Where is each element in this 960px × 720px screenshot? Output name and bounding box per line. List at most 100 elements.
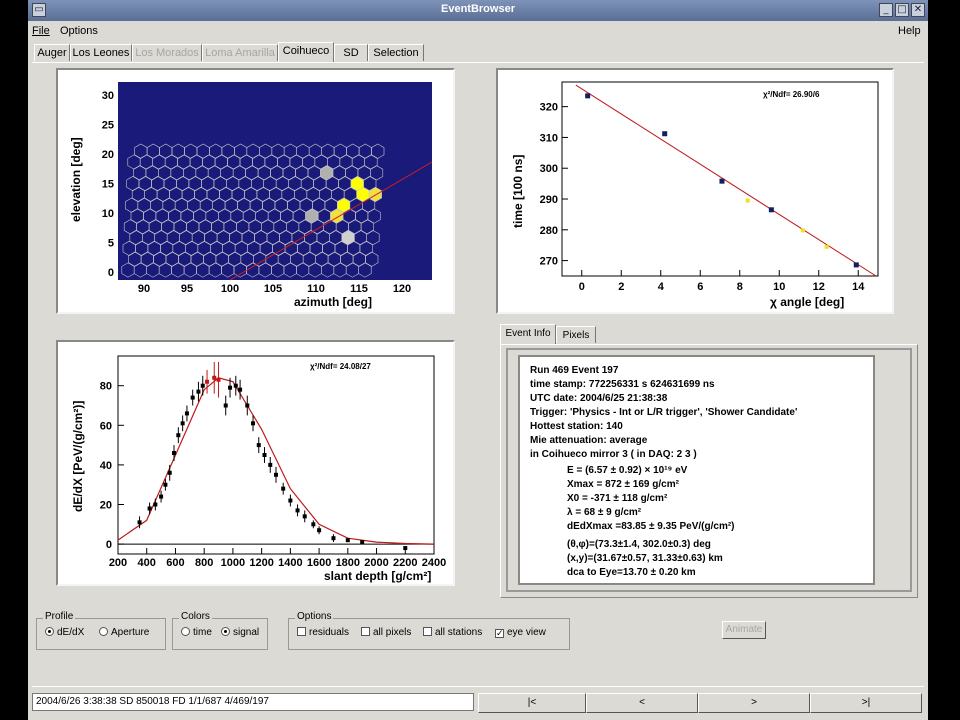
nav-prev-button[interactable]: <	[586, 693, 698, 713]
profile-data-point	[238, 387, 243, 392]
time-fit-plot-svg: 0 2 4 6 8 10 12 14 270 280 290 300 310 320 χ²/Ndf= 26…	[511, 81, 879, 309]
check-all-pixels[interactable]: all pixels	[361, 627, 411, 638]
time-data-point-yellow	[800, 228, 805, 233]
profile-data-point	[233, 383, 238, 388]
time-ytick-label: 290	[540, 194, 558, 206]
info-x0: X0 = -371 ± 118 g/cm²	[567, 493, 668, 504]
tab-auger[interactable]: Auger	[34, 44, 70, 61]
time-xtick-label: 4	[658, 281, 665, 293]
menu-help[interactable]: Help	[898, 25, 921, 37]
nav-first-button[interactable]: |<	[478, 693, 586, 713]
camera-background	[118, 82, 432, 280]
profile-xtick-label: 800	[195, 557, 213, 569]
profile-ytick-label: 80	[100, 381, 112, 393]
time-xtick-label: 2	[618, 281, 624, 293]
check-eye-view[interactable]: ✓ eye view	[495, 627, 546, 638]
profile-data-point	[311, 522, 316, 527]
check-all-stations-box[interactable]	[423, 627, 432, 636]
info-line-run: Run 469 Event 197	[530, 365, 619, 376]
radio-dedx-indicator[interactable]	[45, 627, 54, 636]
profile-ytick-label: 0	[106, 539, 112, 551]
tab-selection[interactable]: Selection	[368, 44, 424, 61]
check-all-stations[interactable]: all stations	[423, 627, 482, 638]
info-line-utc: UTC date: 2004/6/25 21:38:38	[530, 393, 668, 404]
profile-group-label: Profile	[43, 611, 76, 622]
maximize-icon[interactable]: □	[895, 3, 909, 17]
time-data-point-yellow	[824, 244, 829, 249]
check-eye-view-box[interactable]: ✓	[495, 629, 504, 638]
radio-signal-label: signal	[233, 627, 260, 638]
camera-xtick-label: 115	[350, 283, 368, 295]
profile-data-point	[147, 506, 152, 511]
time-data-point	[719, 178, 725, 184]
camera-ylabel: elevation [deg]	[69, 137, 83, 222]
time-xtick-label: 10	[773, 281, 785, 293]
close-icon[interactable]: ✕	[911, 3, 925, 17]
radio-aperture-indicator[interactable]	[99, 627, 108, 636]
title-bar[interactable]: ▭ EventBrowser _ □ ✕	[28, 0, 928, 21]
profile-data-point	[223, 403, 228, 408]
menu-options[interactable]: Options	[60, 25, 98, 37]
camera-ytick-label: 25	[102, 120, 114, 132]
camera-xtick-label: 100	[221, 283, 239, 295]
camera-ytick-label: 15	[102, 179, 114, 191]
time-ytick-label: 280	[540, 225, 558, 237]
time-data-point	[768, 207, 774, 213]
camera-xlabel: azimuth [deg]	[294, 295, 372, 309]
time-ylabel: time [100 ns]	[511, 155, 525, 228]
info-line-hottest: Hottest station: 140	[530, 421, 623, 432]
profile-data-point	[403, 546, 408, 551]
profile-data-point	[163, 482, 168, 487]
profile-xtick-label: 1600	[307, 557, 331, 569]
camera-xtick-label: 95	[181, 283, 193, 295]
info-xmax: Xmax = 872 ± 169 g/cm²	[567, 479, 679, 490]
profile-data-point	[268, 462, 273, 467]
nav-last-button[interactable]: >|	[810, 693, 922, 713]
status-bar: 2004/6/26 3:38:38 SD 850018 FD 1/1/687 4…	[32, 693, 474, 711]
tab-pixels[interactable]: Pixels	[556, 326, 596, 343]
tab-coihueco[interactable]: Coihueco	[278, 42, 334, 62]
radio-time-indicator[interactable]	[181, 627, 190, 636]
info-energy: E = (6.57 ± 0.92) × 10¹⁹ eV	[567, 465, 688, 476]
camera-xtick-label: 110	[307, 283, 325, 295]
check-residuals[interactable]: residuals	[297, 627, 349, 638]
profile-xtick-label: 1400	[278, 557, 302, 569]
time-ytick-label: 320	[540, 102, 558, 114]
menu-file[interactable]: File	[32, 25, 50, 37]
radio-aperture-label: Aperture	[111, 627, 150, 638]
profile-plot-frame	[117, 355, 435, 555]
info-line-trigger: Trigger: 'Physics - Int or L/R trigger',…	[530, 407, 798, 418]
profile-plot[interactable]: 200 400 600 800 1000 1200 1400 1600 1800 2000 2200…	[56, 340, 455, 586]
profile-data-point	[172, 451, 177, 456]
profile-xtick-label: 1800	[336, 557, 360, 569]
time-fit-plot[interactable]: 0 2 4 6 8 10 12 14 270 280 290 300 310 320 χ²/Ndf= 26…	[496, 68, 894, 314]
radio-dedx-label: dE/dX	[57, 627, 85, 638]
check-residuals-box[interactable]	[297, 627, 306, 636]
time-ytick-label: 310	[540, 132, 558, 144]
tab-los-leones[interactable]: Los Leones	[70, 44, 132, 61]
tab-event-info[interactable]: Event Info	[500, 324, 556, 344]
profile-xtick-label: 2200	[393, 557, 417, 569]
nav-next-button[interactable]: >	[698, 693, 810, 713]
profile-data-point	[167, 470, 172, 475]
radio-aperture[interactable]: Aperture	[99, 627, 149, 638]
radio-signal-indicator[interactable]	[221, 627, 230, 636]
profile-data-point	[180, 421, 185, 426]
check-all-pixels-box[interactable]	[361, 627, 370, 636]
minimize-icon[interactable]: _	[879, 3, 893, 17]
event-info-box: Run 469 Event 197 time stamp: 772256331 …	[518, 355, 875, 585]
radio-time[interactable]: time	[181, 627, 212, 638]
profile-data-point	[212, 375, 217, 380]
radio-dedx[interactable]: dE/dX	[45, 627, 84, 638]
profile-data-point	[153, 502, 158, 507]
radio-signal[interactable]: signal	[221, 627, 259, 638]
camera-plot[interactable]: 0 5 10 15 20 25 30 90 95 100 105 110 115 120 azimuth …	[56, 68, 455, 314]
window-title: EventBrowser	[441, 3, 515, 15]
info-line-mirror: in Coihueco mirror 3 ( in DAQ: 2 3 )	[530, 449, 697, 460]
animate-button[interactable]: Animate	[722, 621, 766, 639]
camera-ytick-label: 10	[102, 208, 114, 220]
profile-data-point	[274, 472, 278, 477]
profile-xtick-label: 1200	[249, 557, 273, 569]
tab-sd[interactable]: SD	[334, 44, 368, 61]
time-xtick-label: 14	[852, 281, 865, 293]
